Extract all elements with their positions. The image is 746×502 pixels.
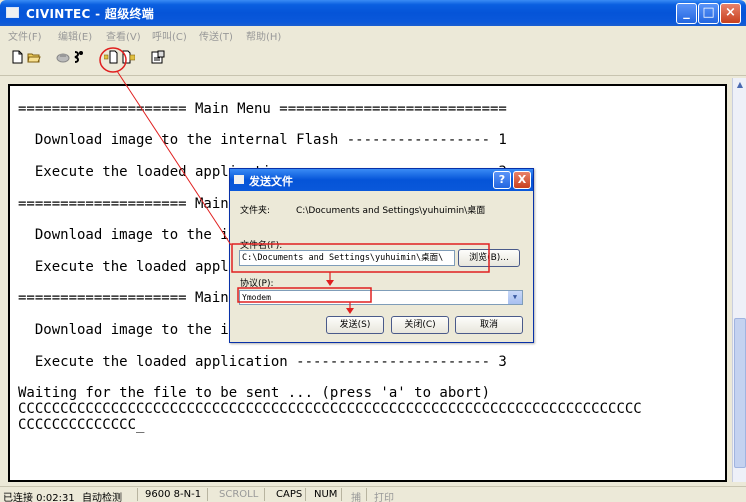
window-title: CIVINTEC - 超级终端 [26, 7, 155, 21]
properties-icon[interactable] [151, 50, 165, 64]
terminal-line: Waiting for the file to be sent ... (pre… [18, 385, 491, 402]
vertical-scrollbar[interactable]: ▲ [732, 78, 746, 482]
menu-edit[interactable]: 编辑(E) [58, 28, 92, 43]
folder-value: C:\Documents and Settings\yuhuimin\桌面 [296, 206, 486, 216]
scroll-up-button[interactable]: ▲ [733, 78, 746, 92]
menu-transfer[interactable]: 传送(T) [199, 28, 233, 43]
send-file-icon[interactable] [104, 50, 118, 64]
dialog-icon [234, 175, 244, 184]
status-detect: 自动检测 [82, 493, 122, 502]
help-button[interactable]: ? [493, 171, 511, 189]
chevron-down-icon[interactable]: ▼ [508, 291, 522, 304]
title-bar[interactable]: CIVINTEC - 超级终端 _ □ × [0, 0, 746, 26]
receive-file-icon[interactable] [121, 50, 135, 64]
filename-input[interactable]: C:\Documents and Settings\yuhuimin\桌面\ [239, 250, 455, 266]
toolbar [0, 42, 746, 76]
menu-bar: 文件(F) 编辑(E) 查看(V) 呼叫(C) 传送(T) 帮助(H) [0, 26, 746, 43]
status-print: 打印 [374, 493, 394, 502]
minimize-button[interactable]: _ [676, 3, 697, 24]
status-params: 9600 8-N-1 [145, 489, 202, 500]
protocol-select[interactable]: Ymodem ▼ [239, 290, 523, 305]
menu-help[interactable]: 帮助(H) [246, 28, 281, 43]
folder-label: 文件夹: [240, 206, 271, 216]
menu-view[interactable]: 查看(V) [106, 28, 141, 43]
status-capture: 捕 [351, 493, 361, 502]
protocol-value: Ymodem [242, 293, 271, 302]
cancel-button[interactable]: 取消 [455, 316, 523, 334]
status-caps: CAPS [276, 489, 303, 500]
send-file-dialog[interactable]: 发送文件 ? X 文件夹: C:\Documents and Settings\… [229, 168, 534, 343]
open-icon[interactable] [27, 50, 41, 64]
terminal-line: Execute the loaded application ---------… [18, 353, 507, 370]
status-num: NUM [314, 489, 338, 500]
dialog-title: 发送文件 [249, 175, 293, 188]
dialog-title-bar[interactable]: 发送文件 ? X [230, 169, 533, 191]
menu-call[interactable]: 呼叫(C) [152, 28, 187, 43]
close-dialog-button[interactable]: 关闭(C) [391, 316, 449, 334]
maximize-button[interactable]: □ [698, 3, 719, 24]
send-button[interactable]: 发送(S) [326, 316, 384, 334]
disconnect-icon[interactable] [56, 50, 70, 64]
terminal-line: Download image to the internal Flash ---… [18, 132, 507, 149]
terminal-line: ==================== Main Menu =========… [18, 100, 507, 117]
terminal-line: CCCCCCCCCCCCCC_ [18, 416, 145, 433]
dialog-close-button[interactable]: X [513, 171, 531, 189]
menu-file[interactable]: 文件(F) [8, 28, 42, 43]
browse-button[interactable]: 浏览(B)... [458, 249, 520, 267]
status-scroll: SCROLL [219, 489, 259, 500]
terminal-line: CCCCCCCCCCCCCCCCCCCCCCCCCCCCCCCCCCCCCCCC… [18, 400, 642, 417]
protocol-label: 协议(P): [240, 279, 274, 289]
scroll-thumb[interactable] [734, 318, 746, 468]
app-icon [6, 7, 19, 18]
connect-icon[interactable] [71, 50, 85, 64]
status-bar: 已连接 0:02:31 自动检测 9600 8-N-1 SCROLL CAPS … [0, 486, 746, 502]
close-button[interactable]: × [720, 3, 741, 24]
status-connected: 已连接 0:02:31 [3, 493, 75, 502]
new-icon[interactable] [10, 50, 24, 64]
